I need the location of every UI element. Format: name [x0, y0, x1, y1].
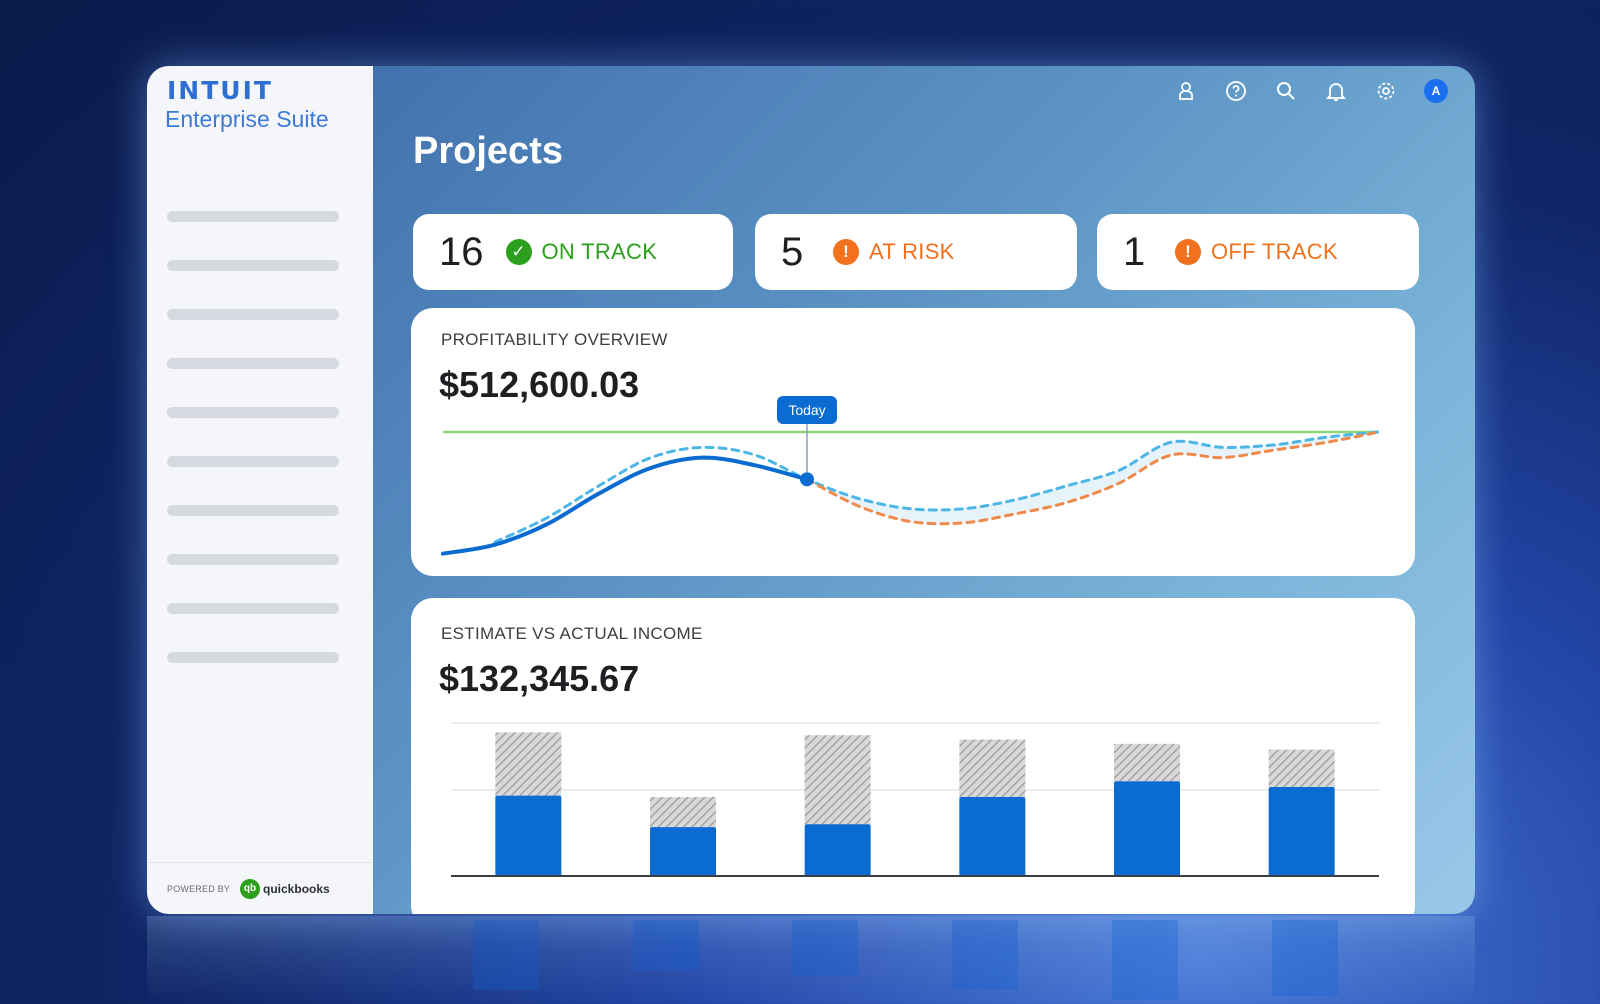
today-label: Today [788, 402, 825, 418]
today-point [800, 472, 814, 487]
on-track-count: 16 [439, 229, 484, 274]
at-risk-label: AT RISK [869, 239, 955, 264]
sidebar-item-placeholder[interactable] [167, 407, 339, 418]
alert-circle-icon: ! [1175, 239, 1201, 265]
bar-estimate [1114, 743, 1180, 782]
income-panel: ESTIMATE VS ACTUAL INCOME $132,345.67 [411, 598, 1415, 914]
powered-by-label: POWERED BY [167, 883, 231, 894]
sidebar-item-placeholder[interactable] [167, 603, 339, 614]
bar-actual [1268, 786, 1335, 876]
bar-actual [650, 827, 716, 876]
sidebar-item-placeholder[interactable] [167, 358, 339, 369]
status-card-at-risk[interactable]: 5 ! AT RISK [755, 214, 1077, 290]
search-icon[interactable] [1273, 78, 1299, 104]
alert-circle-icon: ! [833, 239, 859, 265]
off-track-label: OFF TRACK [1211, 239, 1338, 264]
page-title: Projects [413, 130, 563, 172]
quickbooks-icon: qb [240, 878, 261, 899]
sidebar-item-placeholder[interactable] [167, 456, 339, 467]
bar-estimate [959, 739, 1026, 797]
sidebar: INTUIT Enterprise Suite POWERED BY qb qu… [147, 66, 373, 914]
product-name: Enterprise Suite [165, 106, 329, 132]
status-card-on-track[interactable]: 16 ✓ ON TRACK [413, 214, 733, 290]
bell-icon[interactable] [1323, 78, 1349, 104]
bar-estimate [1268, 749, 1335, 787]
help-icon[interactable] [1223, 78, 1249, 104]
profitability-overview-panel: PROFITABILITY OVERVIEW $512,600.03 Today [411, 308, 1415, 576]
sidebar-item-placeholder[interactable] [167, 652, 339, 663]
bar-estimate [495, 732, 562, 796]
at-risk-count: 5 [781, 229, 804, 274]
avatar: A [1424, 79, 1448, 103]
quickbooks-logo: qb quickbooks [240, 878, 330, 899]
profile-button[interactable]: A [1423, 78, 1449, 104]
on-track-label: ON TRACK [541, 239, 658, 264]
bar-actual [1114, 781, 1180, 876]
topbar-icons: A [1173, 78, 1449, 104]
intuit-logo[interactable]: INTUIT [167, 76, 273, 105]
check-circle-icon: ✓ [505, 239, 532, 265]
sidebar-item-placeholder[interactable] [167, 260, 339, 271]
user-icon[interactable] [1173, 78, 1199, 104]
profitability-line-chart: Today [441, 396, 1381, 556]
sidebar-item-placeholder[interactable] [167, 211, 339, 222]
bar-actual [959, 797, 1026, 876]
off-track-count: 1 [1123, 229, 1146, 274]
app-window: INTUIT Enterprise Suite POWERED BY qb qu… [147, 66, 1475, 914]
sidebar-footer: POWERED BY qb quickbooks [147, 862, 373, 914]
bar-actual [495, 795, 562, 876]
bar-estimate [804, 735, 871, 825]
status-card-off-track[interactable]: 1 ! OFF TRACK [1097, 214, 1419, 290]
bar-actual [804, 824, 871, 876]
sidebar-item-placeholder[interactable] [167, 309, 339, 320]
window-reflection [147, 916, 1475, 1004]
forecast-band [807, 432, 1379, 524]
sidebar-item-placeholder[interactable] [167, 554, 339, 565]
gear-icon[interactable] [1373, 78, 1399, 104]
quickbooks-wordmark: quickbooks [263, 881, 330, 896]
sidebar-item-placeholder[interactable] [167, 505, 339, 516]
income-bar-chart [451, 722, 1379, 877]
bar-estimate [650, 797, 716, 828]
